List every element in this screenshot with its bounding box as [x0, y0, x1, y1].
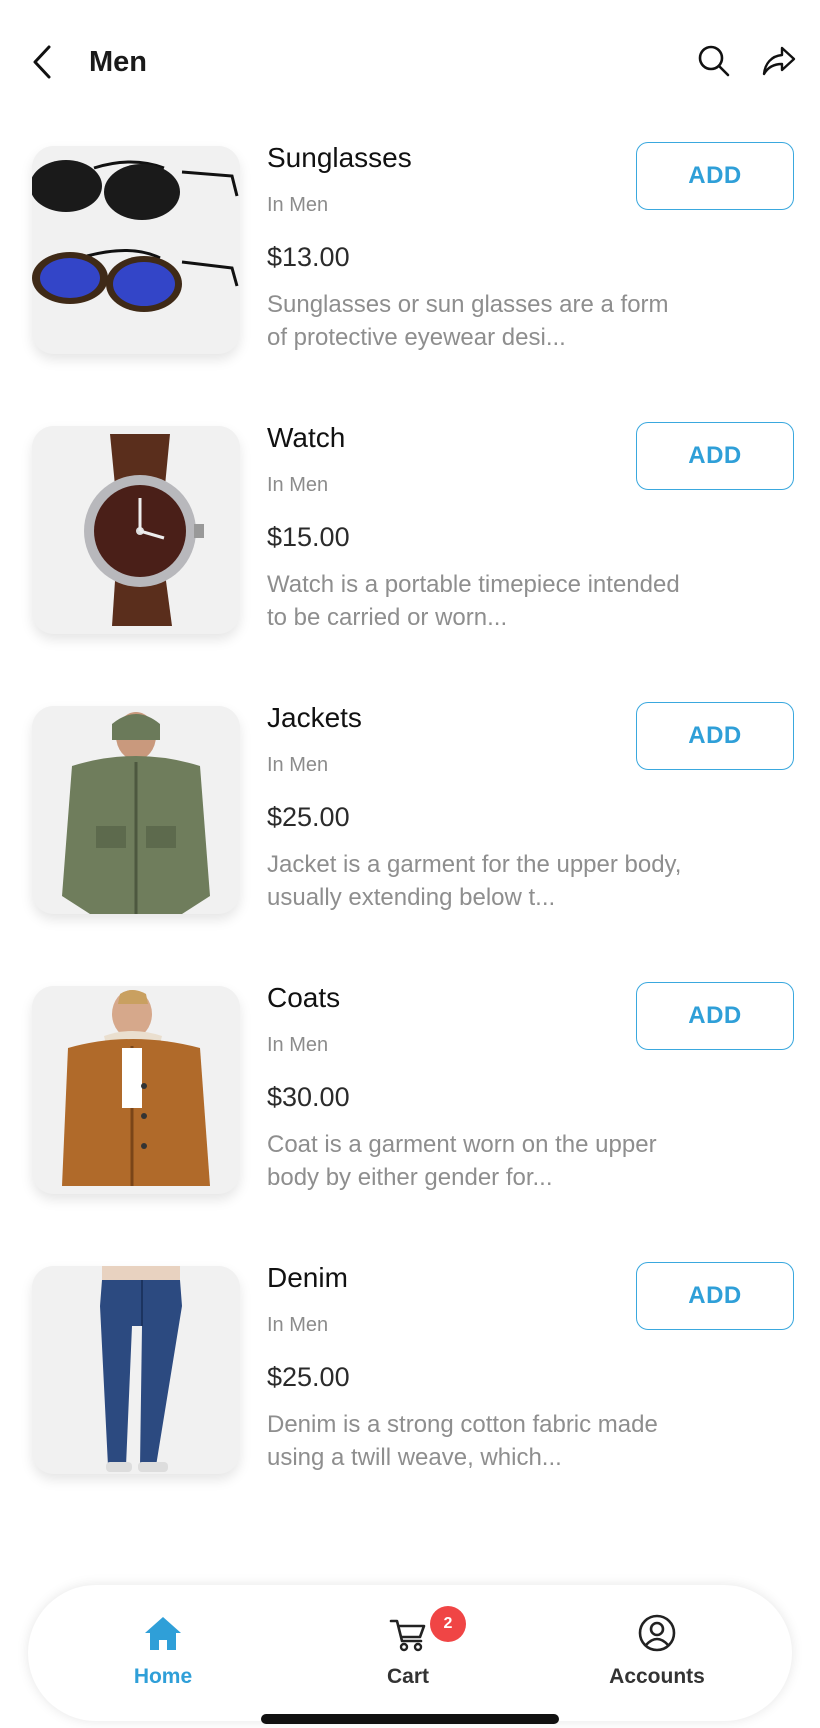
tab-cart-label: Cart — [386, 1665, 429, 1688]
account-icon — [638, 1614, 676, 1652]
tab-home-label: Home — [133, 1665, 193, 1688]
product-category: In Men — [267, 1034, 329, 1056]
tab-accounts[interactable]: Accounts — [557, 1585, 757, 1721]
tab-accounts-label: Accounts — [609, 1665, 705, 1688]
product-name: Sunglasses — [267, 142, 412, 173]
product-image-denim — [32, 1266, 240, 1474]
product-description: Denim is a strong cotton fabric made usi… — [267, 1411, 658, 1471]
add-button[interactable]: ADD — [636, 702, 794, 770]
product-price: $25.00 — [267, 1362, 350, 1392]
product-name: Watch — [267, 422, 346, 453]
add-button[interactable]: ADD — [636, 1262, 794, 1330]
product-item[interactable]: Denim In Men $25.00 Denim is a strong co… — [0, 1262, 820, 1542]
product-description: Watch is a portable timepiece intended t… — [267, 571, 680, 631]
cart-icon — [389, 1619, 426, 1652]
product-description: Jacket is a garment for the upper body, … — [267, 851, 682, 911]
product-price: $13.00 — [267, 242, 350, 272]
tab-home[interactable]: Home — [63, 1585, 263, 1721]
product-name: Denim — [267, 1262, 348, 1293]
product-description: Coat is a garment worn on the upper body… — [267, 1131, 657, 1191]
product-image-coat — [32, 986, 240, 1194]
product-item[interactable]: Coats In Men $30.00 Coat is a garment wo… — [0, 982, 820, 1262]
product-category: In Men — [267, 474, 329, 496]
cart-badge: 2 — [430, 1606, 466, 1642]
bottom-tab-bar: Home 2 Cart Accounts — [28, 1585, 792, 1721]
product-price: $30.00 — [267, 1082, 350, 1112]
add-button[interactable]: ADD — [636, 142, 794, 210]
product-name: Coats — [267, 982, 341, 1013]
page-title: Men — [89, 46, 147, 78]
product-image-watch — [32, 426, 240, 634]
add-button[interactable]: ADD — [636, 982, 794, 1050]
product-price: $15.00 — [267, 522, 350, 552]
share-icon — [762, 46, 796, 76]
tab-cart[interactable]: 2 Cart — [308, 1585, 508, 1721]
product-item[interactable]: Jackets In Men $25.00 Jacket is a garmen… — [0, 702, 820, 982]
home-indicator — [261, 1714, 559, 1724]
product-name: Jackets — [267, 702, 362, 733]
product-item[interactable]: Sunglasses In Men $13.00 Sunglasses or s… — [0, 142, 820, 422]
product-description: Sunglasses or sun glasses are a form of … — [267, 291, 669, 351]
product-category: In Men — [267, 1314, 329, 1336]
product-category: In Men — [267, 194, 329, 216]
add-button[interactable]: ADD — [636, 422, 794, 490]
search-button[interactable] — [693, 40, 735, 82]
app-header: Men — [0, 0, 820, 130]
share-button[interactable] — [758, 40, 800, 82]
back-button[interactable] — [26, 42, 58, 82]
chevron-left-icon — [33, 45, 51, 79]
product-price: $25.00 — [267, 802, 350, 832]
product-item[interactable]: Watch In Men $15.00 Watch is a portable … — [0, 422, 820, 702]
product-image-sunglasses — [32, 146, 240, 354]
home-icon — [145, 1617, 181, 1650]
product-image-jacket — [32, 706, 240, 914]
product-category: In Men — [267, 754, 329, 776]
search-icon — [698, 45, 730, 77]
product-list: Sunglasses In Men $13.00 Sunglasses or s… — [0, 142, 820, 1542]
